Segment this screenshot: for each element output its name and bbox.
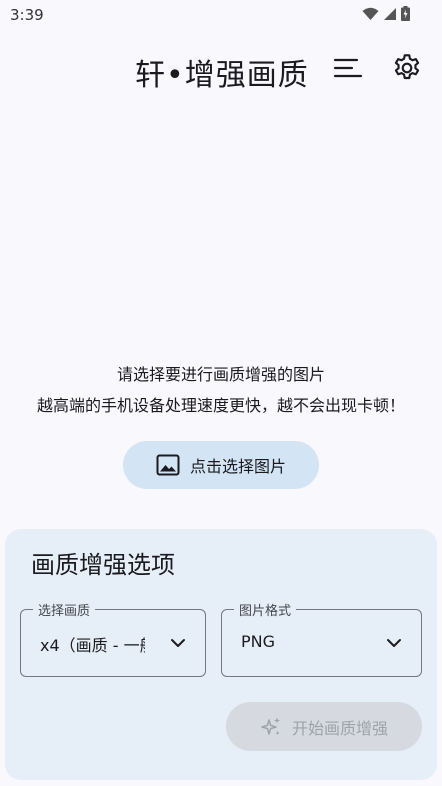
format-select[interactable]: 图片格式 PNG [221, 600, 422, 677]
status-bar: 3:39 [0, 0, 442, 30]
settings-button[interactable] [389, 50, 425, 86]
start-enhance-button[interactable]: 开始画质增强 [226, 702, 422, 751]
options-title: 画质增强选项 [31, 551, 175, 579]
quality-select-value: x4（画质 - 一般） [40, 636, 145, 655]
cell-signal-icon [384, 7, 396, 20]
pick-image-label: 点击选择图片 [189, 457, 286, 476]
image-icon [156, 454, 180, 476]
pick-image-button[interactable]: 点击选择图片 [123, 441, 319, 489]
format-select-value: PNG [241, 632, 276, 651]
battery-charging-icon [401, 6, 410, 21]
enhance-options-card: 画质增强选项 选择画质 x4（画质 - 一般） 图片格式 PNG 开始画质增强 [5, 529, 437, 780]
app-title: 轩•增强画质 [135, 58, 309, 93]
prompt-text-select: 请选择要进行画质增强的图片 [116, 365, 325, 384]
format-select-label: 图片格式 [234, 600, 297, 619]
quality-select-label: 选择画质 [33, 600, 96, 619]
wifi-icon [362, 7, 379, 20]
start-enhance-label: 开始画质增强 [291, 718, 388, 738]
status-icons [362, 6, 410, 21]
prompt-text-performance: 越高端的手机设备处理速度更快，越不会出现卡顿！ [36, 396, 405, 415]
settings-icon [394, 54, 420, 80]
menu-icon [333, 58, 363, 78]
sparkle-icon [261, 717, 280, 735]
quality-select[interactable]: 选择画质 x4（画质 - 一般） [20, 600, 206, 677]
chevron-down-icon [171, 639, 185, 647]
status-time: 3:39 [10, 6, 44, 24]
chevron-down-icon [387, 639, 401, 647]
app-bar: 轩•增强画质 [0, 40, 442, 98]
menu-button[interactable] [330, 50, 366, 86]
